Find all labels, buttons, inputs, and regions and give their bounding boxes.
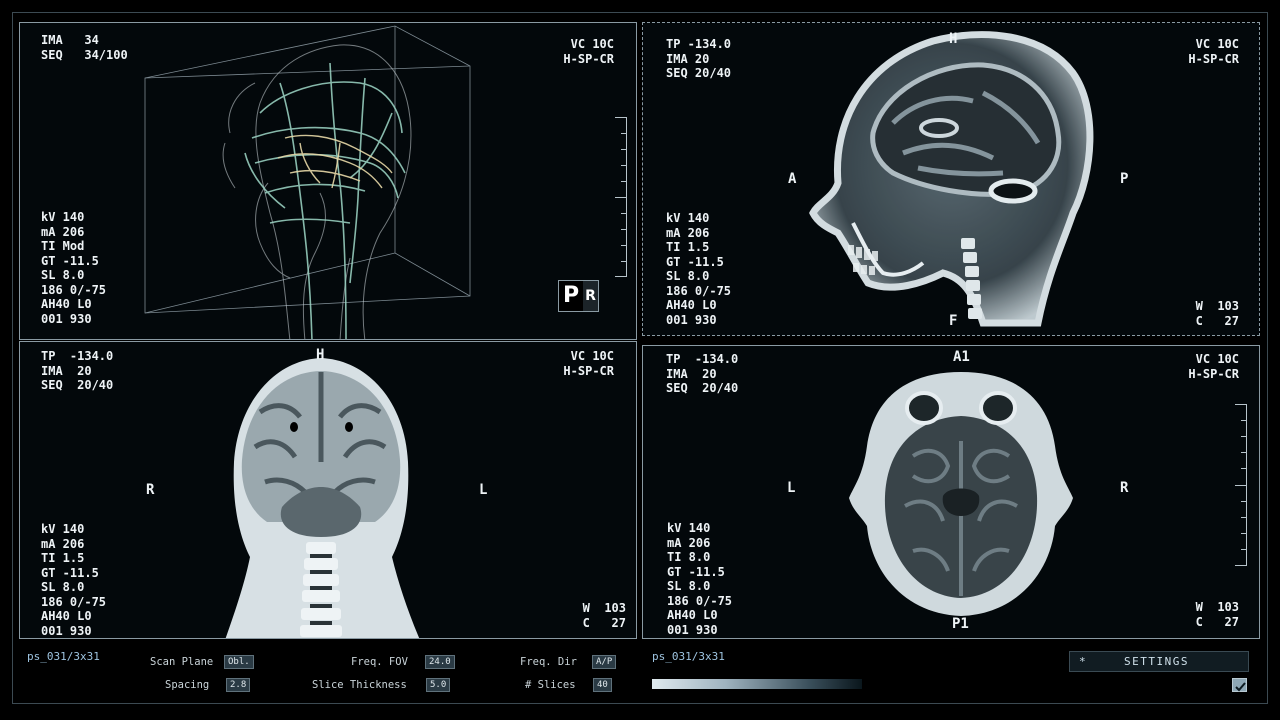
scan-plane-field[interactable]: Obl. bbox=[224, 655, 254, 669]
orientation-left: L bbox=[787, 480, 796, 496]
freq-fov-field[interactable]: 24.0 bbox=[425, 655, 455, 669]
measurement-scale bbox=[1235, 404, 1247, 566]
orientation-right: R bbox=[1120, 480, 1129, 496]
slice-thickness-label: Slice Thickness bbox=[312, 679, 407, 691]
orientation-right: P bbox=[1120, 171, 1129, 187]
viewport-coronal[interactable]: TP -134.0 IMA 20 SEQ 20/40 VC 10C H-SP-C… bbox=[19, 341, 637, 639]
protocol-id-left: ps_031/3x31 bbox=[27, 650, 100, 663]
confirm-checkbox[interactable] bbox=[1232, 678, 1247, 692]
panel-header-left: TP -134.0 IMA 20 SEQ 20/40 bbox=[41, 349, 114, 392]
panel-header-left: TP -134.0 IMA 20 SEQ 20/40 bbox=[666, 37, 732, 80]
orientation-left: R bbox=[146, 482, 155, 498]
freq-fov-label: Freq. FOV bbox=[351, 656, 408, 668]
panel-header-right: VC 10C H-SP-CR bbox=[1188, 37, 1239, 66]
viewport-sagittal[interactable]: TP -134.0 IMA 20 SEQ 20/40 VC 10C H-SP-C… bbox=[642, 22, 1260, 336]
measurement-scale bbox=[615, 117, 627, 277]
scan-params: kV 140 mA 206 TI 8.0 GT -11.5 SL 8.0 186… bbox=[667, 521, 733, 637]
orientation-cube-side: R bbox=[583, 281, 598, 311]
orientation-top: H bbox=[949, 31, 958, 47]
orientation-top: A1 bbox=[953, 349, 970, 365]
panel-header-right: VC 10C H-SP-CR bbox=[563, 349, 614, 378]
progress-gradient bbox=[652, 679, 862, 689]
spacing-field[interactable]: 2.8 bbox=[226, 678, 251, 692]
sagittal-image bbox=[809, 31, 1094, 327]
orientation-cube[interactable]: P R bbox=[558, 280, 599, 312]
window-center: W 103 C 27 bbox=[1195, 299, 1239, 328]
viewport-3d-angio[interactable]: IMA 34 SEQ 34/100 VC 10C H-SP-CR kV 140 … bbox=[19, 22, 637, 340]
orientation-bottom: F bbox=[949, 313, 958, 329]
orientation-top: H bbox=[316, 347, 325, 363]
slices-label: # Slices bbox=[525, 679, 576, 691]
scan-params: kV 140 mA 206 TI 1.5 GT -11.5 SL 8.0 186… bbox=[41, 522, 107, 638]
orientation-cube-front: P bbox=[559, 281, 583, 311]
settings-button[interactable]: * SETTINGS bbox=[1069, 651, 1249, 672]
panel-header-left: IMA 34 SEQ 34/100 bbox=[41, 33, 128, 62]
window-center: W 103 C 27 bbox=[1195, 600, 1239, 629]
freq-dir-label: Freq. Dir bbox=[520, 656, 577, 668]
freq-dir-field[interactable]: A/P bbox=[592, 655, 617, 669]
panel-header-left: TP -134.0 IMA 20 SEQ 20/40 bbox=[666, 352, 739, 395]
settings-star-icon: * bbox=[1079, 655, 1086, 668]
panel-header-right: VC 10C H-SP-CR bbox=[1188, 352, 1239, 381]
scan-plane-label: Scan Plane bbox=[150, 656, 214, 668]
window-center: W 103 C 27 bbox=[582, 601, 626, 630]
spacing-label: Spacing bbox=[165, 679, 210, 691]
panel-header-right: VC 10C H-SP-CR bbox=[563, 37, 614, 66]
orientation-right: L bbox=[479, 482, 488, 498]
slice-thickness-field[interactable]: 5.0 bbox=[426, 678, 451, 692]
scan-params: kV 140 mA 206 TI 1.5 GT -11.5 SL 8.0 186… bbox=[666, 211, 732, 327]
settings-label: SETTINGS bbox=[1124, 655, 1189, 668]
checkmark-icon bbox=[1235, 682, 1246, 692]
angio-render bbox=[144, 25, 471, 339]
orientation-bottom: P1 bbox=[952, 616, 969, 632]
orientation-left: A bbox=[788, 171, 797, 187]
viewport-axial[interactable]: TP -134.0 IMA 20 SEQ 20/40 VC 10C H-SP-C… bbox=[642, 345, 1260, 639]
slices-field[interactable]: 40 bbox=[593, 678, 612, 692]
scan-params: kV 140 mA 206 TI Mod GT -11.5 SL 8.0 186… bbox=[41, 210, 107, 326]
protocol-id-right: ps_031/3x31 bbox=[652, 650, 725, 663]
